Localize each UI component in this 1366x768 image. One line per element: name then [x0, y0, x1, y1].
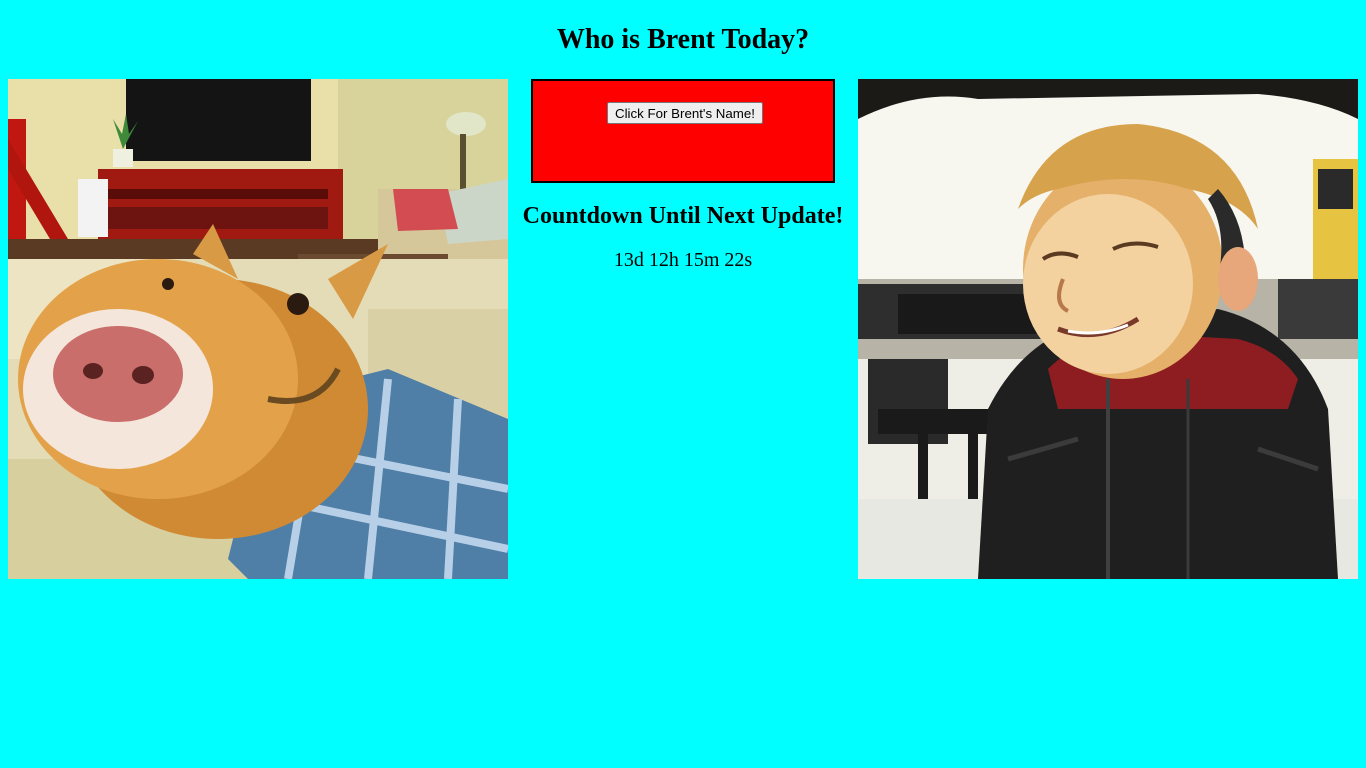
page: Who is Brent Today? Click For Brent's Na… [0, 0, 1366, 768]
name-panel: Click For Brent's Name! [531, 79, 835, 183]
boy-photo-icon [858, 79, 1358, 579]
boy-photo [858, 79, 1358, 579]
page-title: Who is Brent Today? [556, 24, 810, 55]
dog-photo-icon [8, 79, 508, 579]
countdown-timer: 13d 12h 15m 22s [613, 249, 753, 271]
dog-photo [8, 79, 508, 579]
countdown-heading: Countdown Until Next Update! [522, 203, 844, 229]
reveal-name-button[interactable]: Click For Brent's Name! [607, 102, 763, 124]
